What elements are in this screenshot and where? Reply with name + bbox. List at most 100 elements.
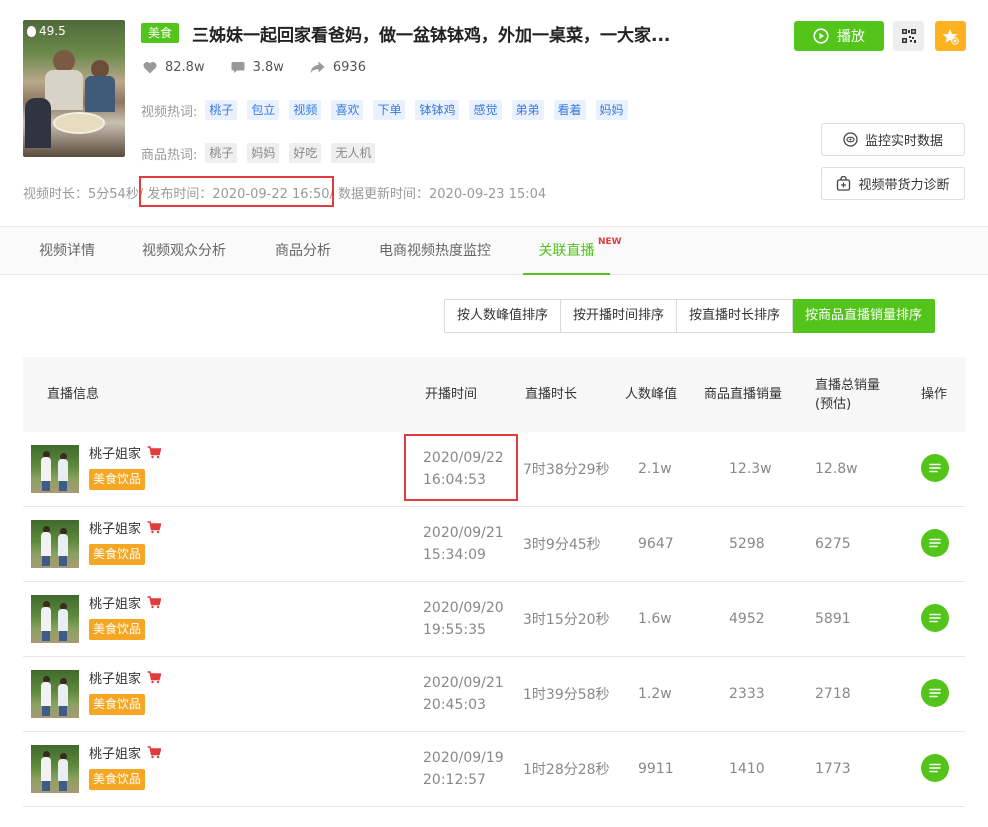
video-hot-word[interactable]: 看着 <box>553 100 586 120</box>
detail-button[interactable] <box>921 754 949 782</box>
tab-related-live[interactable]: 关联直播 <box>523 227 610 275</box>
play-button[interactable]: 播放 <box>794 21 884 51</box>
header-info: 直播信息 <box>47 387 100 402</box>
live-duration: 7时38分29秒 <box>523 462 610 478</box>
header-total: 直播总销量 (预估) <box>815 377 881 412</box>
start-time: 2020/09/21 20:45:03 <box>423 675 504 713</box>
anchor-category-badge: 美食饮品 <box>89 544 146 565</box>
sales-diagnose-button[interactable]: 视频带货力诊断 <box>821 167 965 200</box>
comments-stat: 3.8w <box>231 60 284 75</box>
peak-viewers: 1.6w <box>638 611 672 627</box>
anchor-name-text: 桃子姐家 <box>89 522 142 537</box>
anchor-avatar[interactable] <box>31 445 79 493</box>
total-sales: 1773 <box>815 761 851 777</box>
list-icon <box>929 688 941 698</box>
anchor-name[interactable]: 桃子姐家 <box>89 668 162 687</box>
video-hot-word[interactable]: 妈妈 <box>595 100 628 120</box>
start-time: 2020/09/20 19:55:35 <box>423 600 504 638</box>
product-hot-words: 商品热词: 桃子 妈妈 好吃 无人机 <box>141 143 385 163</box>
header-duration: 直播时长 <box>525 387 578 402</box>
anchor-name[interactable]: 桃子姐家 <box>89 443 162 462</box>
product-hot-word[interactable]: 无人机 <box>331 143 376 163</box>
video-duration: 视频时长：5分54秒 <box>23 187 139 202</box>
new-badge: NEW <box>598 237 622 247</box>
live-table: 直播信息 开播时间 直播时长 人数峰值 商品直播销量 直播总销量 (预估) 操作… <box>23 357 965 807</box>
live-sales: 4952 <box>729 611 765 627</box>
video-cover[interactable]: 49.5 <box>23 20 125 157</box>
table-row: 桃子姐家 美食饮品 2020/09/19 20:12:57 1时28分28秒 9… <box>23 732 965 807</box>
header-sales: 商品直播销量 <box>704 387 783 402</box>
play-icon <box>813 28 829 44</box>
table-row: 桃子姐家 美食饮品 2020/09/20 19:55:35 3时15分20秒 1… <box>23 582 965 657</box>
monitor-realtime-button[interactable]: 监控实时数据 <box>821 123 965 156</box>
detail-button[interactable] <box>921 454 949 482</box>
list-icon <box>929 613 941 623</box>
qrcode-icon <box>901 29 916 43</box>
anchor-name[interactable]: 桃子姐家 <box>89 593 162 612</box>
video-stats: 82.8w 3.8w 6936 <box>143 60 392 75</box>
table-header: 直播信息 开播时间 直播时长 人数峰值 商品直播销量 直播总销量 (预估) 操作 <box>23 357 965 432</box>
peak-viewers: 9647 <box>638 536 674 552</box>
peak-viewers: 2.1w <box>638 461 672 477</box>
anchor-category-badge: 美食饮品 <box>89 469 146 490</box>
total-sales: 5891 <box>815 611 851 627</box>
product-hot-word[interactable]: 妈妈 <box>247 143 280 163</box>
video-hot-word[interactable]: 视频 <box>289 100 322 120</box>
cart-icon <box>147 671 162 684</box>
total-sales: 2718 <box>815 686 851 702</box>
live-duration: 1时39分58秒 <box>523 687 610 703</box>
peak-viewers: 1.2w <box>638 686 672 702</box>
update-time: / 数据更新时间：2020-09-23 15:04 <box>329 187 547 202</box>
product-hot-word[interactable]: 桃子 <box>205 143 238 163</box>
live-sales: 2333 <box>729 686 765 702</box>
comment-icon <box>231 62 245 73</box>
tab-video-detail[interactable]: 视频详情 <box>22 227 112 275</box>
shares-stat: 6936 <box>310 60 366 75</box>
cart-icon <box>147 521 162 534</box>
live-sales: 1410 <box>729 761 765 777</box>
anchor-avatar[interactable] <box>31 670 79 718</box>
video-hot-word[interactable]: 包立 <box>247 100 280 120</box>
tab-heat-monitor[interactable]: 电商视频热度监控 <box>364 227 506 275</box>
video-title[interactable]: 三姊妹一起回家看爸妈，做一盆钵钵鸡，外加一桌菜，一大家... <box>192 21 670 46</box>
total-sales: 6275 <box>815 536 851 552</box>
sort-by-start-time-button[interactable]: 按开播时间排序 <box>561 299 678 333</box>
cart-icon <box>147 596 162 609</box>
detail-button[interactable] <box>921 604 949 632</box>
anchor-avatar[interactable] <box>31 595 79 643</box>
anchor-avatar[interactable] <box>31 520 79 568</box>
anchor-name[interactable]: 桃子姐家 <box>89 518 162 537</box>
category-tag: 美食 <box>141 23 180 43</box>
bag-icon <box>837 176 851 191</box>
anchor-name[interactable]: 桃子姐家 <box>89 743 162 762</box>
detail-button[interactable] <box>921 679 949 707</box>
live-duration: 1时28分28秒 <box>523 762 610 778</box>
tab-audience-analysis[interactable]: 视频观众分析 <box>128 227 240 275</box>
video-hot-word[interactable]: 下单 <box>373 100 406 120</box>
star-add-icon <box>942 28 959 45</box>
start-time: 2020/09/21 15:34:09 <box>423 525 504 563</box>
detail-button[interactable] <box>921 529 949 557</box>
anchor-category-badge: 美食饮品 <box>89 619 146 640</box>
tab-product-analysis[interactable]: 商品分析 <box>258 227 348 275</box>
favorite-button[interactable] <box>935 21 966 51</box>
flame-icon <box>27 25 36 37</box>
header-op: 操作 <box>921 387 948 402</box>
cart-icon <box>147 446 162 459</box>
live-duration: 3时9分45秒 <box>523 537 601 553</box>
video-hot-word[interactable]: 弟弟 <box>511 100 544 120</box>
video-hot-word[interactable]: 喜欢 <box>331 100 364 120</box>
live-sales: 12.3w <box>729 461 772 477</box>
peak-viewers: 9911 <box>638 761 674 777</box>
video-hot-word[interactable]: 感觉 <box>469 100 502 120</box>
sort-by-sales-button[interactable]: 按商品直播销量排序 <box>793 299 936 333</box>
video-hot-word[interactable]: 桃子 <box>205 100 238 120</box>
sort-by-peak-button[interactable]: 按人数峰值排序 <box>444 299 562 333</box>
sort-by-duration-button[interactable]: 按直播时长排序 <box>677 299 794 333</box>
detail-tabs: 视频详情 视频观众分析 商品分析 电商视频热度监控 关联直播 NEW <box>0 226 988 275</box>
header-start-time: 开播时间 <box>425 387 478 402</box>
video-hot-word[interactable]: 钵钵鸡 <box>415 100 460 120</box>
anchor-avatar[interactable] <box>31 745 79 793</box>
product-hot-word[interactable]: 好吃 <box>289 143 322 163</box>
qrcode-button[interactable] <box>893 21 924 51</box>
